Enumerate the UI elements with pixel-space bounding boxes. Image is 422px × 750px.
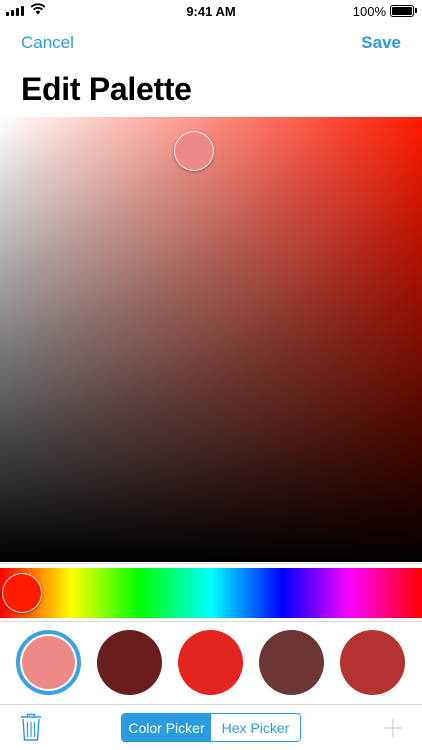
battery-icon (390, 5, 414, 17)
hue-slider[interactable] (0, 568, 422, 618)
divider (0, 621, 422, 622)
saturation-brightness-field[interactable] (0, 117, 422, 562)
divider (0, 563, 422, 564)
save-button[interactable]: Save (361, 33, 401, 53)
tab-color-picker[interactable]: Color Picker (122, 714, 211, 741)
bottom-toolbar: Color Picker Hex Picker (0, 704, 422, 750)
palette-swatch[interactable] (97, 630, 162, 695)
page-title: Edit Palette (21, 71, 192, 107)
palette-swatch[interactable] (16, 630, 81, 695)
palette-swatch[interactable] (259, 630, 324, 695)
hue-slider-handle[interactable] (2, 573, 42, 613)
palette-swatches (0, 624, 422, 700)
trash-icon[interactable] (20, 713, 42, 741)
battery-percentage: 100% (352, 4, 386, 19)
palette-swatch[interactable] (178, 630, 243, 695)
palette-swatch[interactable] (340, 630, 405, 695)
tab-hex-picker[interactable]: Hex Picker (211, 714, 300, 741)
cancel-button[interactable]: Cancel (21, 33, 74, 53)
plus-icon[interactable] (384, 719, 402, 737)
battery-cap (415, 8, 417, 13)
picker-mode-control: Color Picker Hex Picker (121, 713, 301, 742)
status-bar: 9:41 AM 100% (0, 0, 422, 22)
saturation-brightness-handle[interactable] (174, 131, 214, 171)
